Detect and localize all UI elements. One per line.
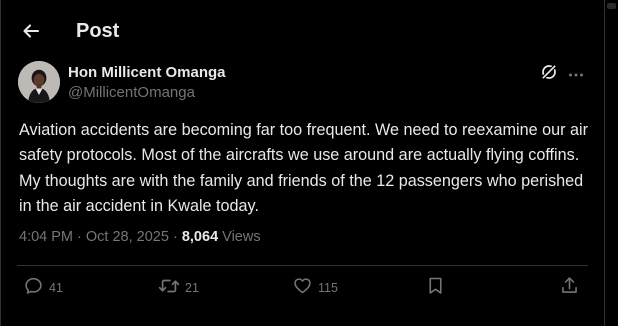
post-text: Aviation accidents are becoming far too … [19, 121, 588, 215]
reply-button[interactable]: 41 [23, 276, 63, 300]
author-handle[interactable]: @MillicentOmanga [68, 84, 195, 101]
post-time[interactable]: 4:04 PM [19, 229, 73, 245]
grok-button[interactable] [538, 63, 560, 85]
more-button[interactable] [563, 63, 589, 85]
divider [17, 265, 588, 266]
page-header: Post [0, 0, 605, 64]
like-button[interactable]: 115 [292, 276, 338, 300]
avatar[interactable] [18, 61, 60, 103]
reply-icon [23, 275, 44, 301]
like-icon [292, 275, 313, 301]
share-button[interactable] [559, 276, 580, 300]
views-count: 8,064 [181, 229, 219, 245]
repost-button[interactable]: 21 [158, 276, 199, 300]
bookmark-button[interactable] [425, 276, 446, 300]
back-arrow-icon [21, 21, 41, 46]
scrollbar-thumb[interactable] [607, 3, 616, 9]
repost-count: 21 [185, 281, 199, 295]
reply-count: 41 [49, 281, 63, 295]
bookmark-icon [425, 275, 446, 301]
post-meta: 4:04 PM · Oct 28, 2025 · 8,064 Views [19, 229, 261, 245]
meta-separator: · [77, 229, 82, 245]
page-title: Post [76, 20, 120, 42]
like-count: 115 [318, 281, 338, 295]
author-name[interactable]: Hon Millicent Omanga [68, 64, 226, 81]
repost-icon [158, 275, 180, 302]
scrollbar-track[interactable] [605, 0, 618, 326]
more-icon [568, 65, 584, 83]
post-date[interactable]: Oct 28, 2025 [86, 229, 169, 245]
grok-icon [540, 63, 558, 86]
share-icon [559, 275, 580, 301]
meta-separator: · [172, 229, 178, 245]
back-button[interactable] [14, 16, 48, 50]
views-label: Views [222, 229, 261, 245]
